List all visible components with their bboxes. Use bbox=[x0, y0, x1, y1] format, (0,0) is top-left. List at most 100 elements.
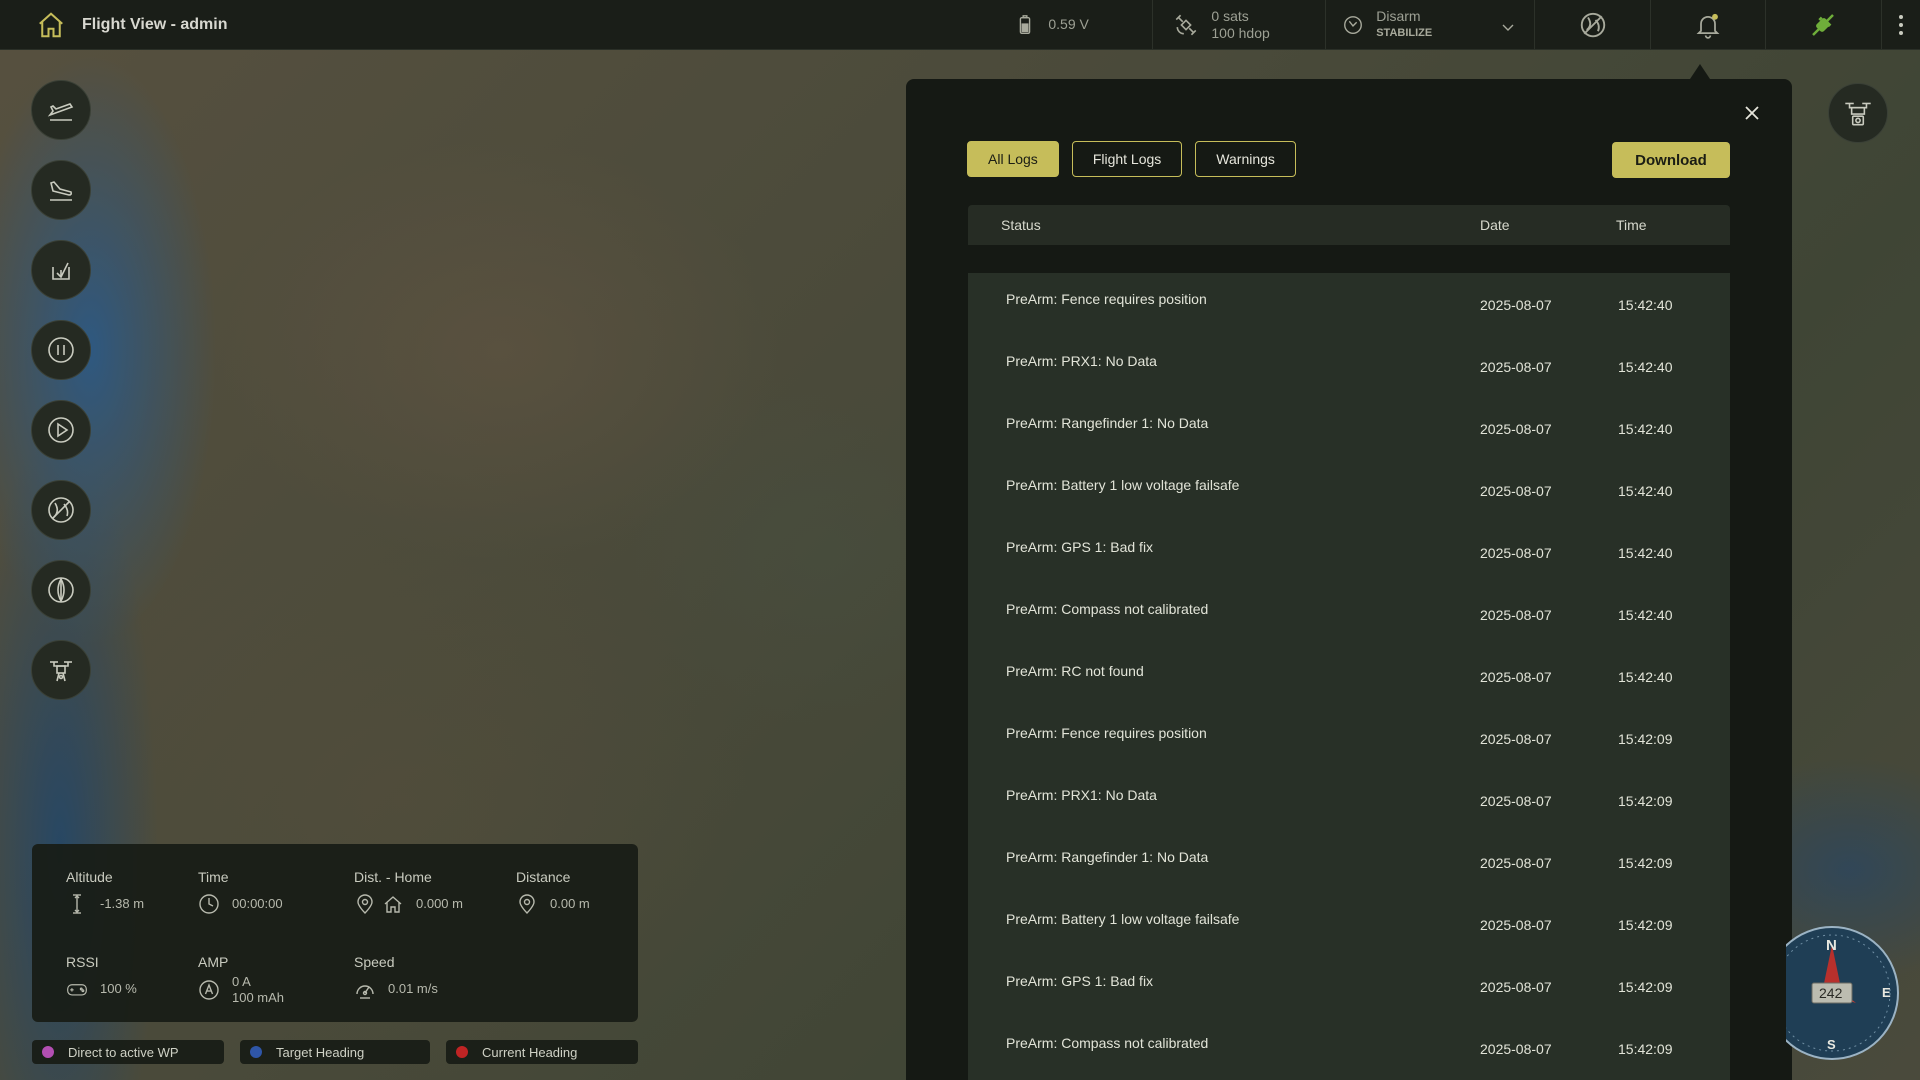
speed-label: Speed bbox=[354, 954, 395, 970]
home-icon[interactable] bbox=[36, 10, 66, 40]
pause-button[interactable] bbox=[31, 320, 91, 380]
time-readout: Time 00:00:00 bbox=[198, 869, 283, 915]
row-time: 15:42:40 bbox=[1618, 545, 1673, 561]
battery-voltage: 0.59 V bbox=[1048, 16, 1089, 32]
row-time: 15:42:40 bbox=[1618, 669, 1673, 685]
tab-all-logs[interactable]: All Logs bbox=[967, 141, 1059, 177]
download-button[interactable]: Download bbox=[1612, 142, 1730, 178]
legend-dot bbox=[250, 1046, 262, 1058]
popover-caret bbox=[1690, 64, 1710, 79]
legend-label: Direct to active WP bbox=[68, 1044, 179, 1060]
row-date: 2025-08-07 bbox=[1480, 545, 1552, 561]
table-row: PreArm: PRX1: No Data 2025-08-07 15:42:4… bbox=[968, 335, 1730, 397]
bell-icon[interactable] bbox=[1694, 11, 1722, 39]
legend-current-heading: Current Heading bbox=[446, 1040, 638, 1064]
row-time: 15:42:40 bbox=[1618, 607, 1673, 623]
row-status: PreArm: PRX1: No Data bbox=[1006, 787, 1157, 803]
compass-north: N bbox=[1826, 937, 1837, 954]
dist-home-label: Dist. - Home bbox=[354, 869, 432, 885]
table-row: PreArm: Compass not calibrated 2025-08-0… bbox=[968, 1017, 1730, 1079]
altitude-value: -1.38 m bbox=[100, 896, 145, 911]
row-date: 2025-08-07 bbox=[1480, 917, 1552, 933]
amp-capacity: 100 mAh bbox=[232, 990, 285, 1005]
row-time: 15:42:40 bbox=[1618, 483, 1673, 499]
table-row: PreArm: Battery 1 low voltage failsafe 2… bbox=[968, 893, 1730, 955]
connection-status[interactable] bbox=[1765, 0, 1880, 49]
table-row: PreArm: GPS 1: Bad fix 2025-08-07 15:42:… bbox=[968, 521, 1730, 583]
logs-table-body[interactable]: PreArm: Fence requires position 2025-08-… bbox=[968, 273, 1730, 1080]
table-row: PreArm: Rangefinder 1: No Data 2025-08-0… bbox=[968, 831, 1730, 893]
time-value: 00:00:00 bbox=[232, 896, 283, 911]
tab-flight-logs[interactable]: Flight Logs bbox=[1071, 141, 1183, 177]
legend-label: Current Heading bbox=[482, 1044, 578, 1060]
more-menu[interactable] bbox=[1880, 0, 1920, 49]
row-date: 2025-08-07 bbox=[1480, 483, 1552, 499]
notifications[interactable] bbox=[1649, 0, 1765, 49]
gps-status[interactable]: 0 sats 100 hdop bbox=[1152, 0, 1325, 49]
row-date: 2025-08-07 bbox=[1480, 979, 1552, 995]
table-row: PreArm: Battery 1 low voltage failsafe 2… bbox=[968, 459, 1730, 521]
compass-calibrate-button[interactable] bbox=[31, 560, 91, 620]
return-to-launch-button[interactable] bbox=[31, 240, 91, 300]
drone-config-button[interactable] bbox=[31, 640, 91, 700]
link-icon[interactable] bbox=[1808, 10, 1838, 40]
kebab-menu-icon[interactable] bbox=[1898, 14, 1904, 36]
row-status: PreArm: Battery 1 low voltage failsafe bbox=[1006, 911, 1240, 927]
table-row: PreArm: GPS 1: Bad fix 2025-08-07 15:42:… bbox=[968, 955, 1730, 1017]
play-icon bbox=[44, 413, 78, 447]
close-button[interactable] bbox=[1738, 99, 1766, 127]
row-time: 15:42:09 bbox=[1618, 979, 1673, 995]
distance-readout: Distance 0.00 m bbox=[516, 869, 590, 915]
row-time: 15:42:09 bbox=[1618, 1041, 1673, 1057]
top-bar: Flight View - admin 0.59 V 0 sats 100 hd… bbox=[0, 0, 1920, 50]
drone-camera-button[interactable] bbox=[1828, 83, 1888, 143]
disable-gps-button[interactable] bbox=[31, 480, 91, 540]
row-date: 2025-08-07 bbox=[1480, 669, 1552, 685]
column-status: Status bbox=[1001, 217, 1041, 233]
log-tabs: All Logs Flight Logs Warnings bbox=[967, 141, 1296, 177]
arm-mode-dropdown[interactable]: Disarm STABILIZE bbox=[1325, 0, 1534, 49]
table-row: PreArm: PRX1: No Data 2025-08-07 15:42:0… bbox=[968, 769, 1730, 831]
logs-table-header: Status Date Time bbox=[968, 205, 1730, 245]
location-pin-icon bbox=[516, 893, 538, 915]
satellite-icon bbox=[1173, 12, 1199, 38]
legend-dot bbox=[42, 1046, 54, 1058]
gps-toggle[interactable] bbox=[1534, 0, 1649, 49]
table-row: PreArm: Rangefinder 1: No Data 2025-08-0… bbox=[968, 397, 1730, 459]
amp-readout: AMP 0 A 100 mAh bbox=[198, 954, 284, 1006]
table-row: PreArm: RC not found 2025-08-07 15:42:40 bbox=[968, 645, 1730, 707]
legend-direct-to-wp: Direct to active WP bbox=[32, 1040, 224, 1064]
row-date: 2025-08-07 bbox=[1480, 421, 1552, 437]
row-date: 2025-08-07 bbox=[1480, 855, 1552, 871]
tab-warnings[interactable]: Warnings bbox=[1195, 141, 1296, 177]
row-status: PreArm: Rangefinder 1: No Data bbox=[1006, 849, 1209, 865]
gamepad-icon bbox=[66, 978, 88, 1000]
legend-target-heading: Target Heading bbox=[240, 1040, 430, 1064]
play-button[interactable] bbox=[31, 400, 91, 460]
row-time: 15:42:40 bbox=[1618, 297, 1673, 313]
table-row: PreArm: Compass not calibrated 2025-08-0… bbox=[968, 583, 1730, 645]
drone-icon bbox=[44, 653, 78, 687]
row-date: 2025-08-07 bbox=[1480, 297, 1552, 313]
row-time: 15:42:40 bbox=[1618, 421, 1673, 437]
speed-value: 0.01 m/s bbox=[388, 981, 438, 996]
compass-heading-value: 242 bbox=[1819, 985, 1843, 1001]
amp-label: AMP bbox=[198, 954, 229, 970]
chevron-down-icon bbox=[1502, 24, 1514, 32]
row-status: PreArm: Fence requires position bbox=[1006, 291, 1207, 307]
row-status: PreArm: Fence requires position bbox=[1006, 725, 1207, 741]
speedometer-icon bbox=[354, 978, 376, 1000]
distance-label: Distance bbox=[516, 869, 571, 885]
row-status: PreArm: Compass not calibrated bbox=[1006, 1035, 1209, 1051]
row-date: 2025-08-07 bbox=[1480, 793, 1552, 809]
battery-status[interactable]: 0.59 V bbox=[1014, 0, 1152, 49]
column-date: Date bbox=[1480, 217, 1510, 233]
pause-icon bbox=[44, 333, 78, 367]
row-time: 15:42:09 bbox=[1618, 731, 1673, 747]
ampere-icon bbox=[198, 979, 220, 1001]
dist-home-readout: Dist. - Home 0.000 m bbox=[354, 869, 463, 915]
takeoff-button[interactable] bbox=[31, 80, 91, 140]
land-button[interactable] bbox=[31, 160, 91, 220]
home-icon bbox=[382, 893, 404, 915]
gps-off-icon[interactable] bbox=[1578, 10, 1608, 40]
